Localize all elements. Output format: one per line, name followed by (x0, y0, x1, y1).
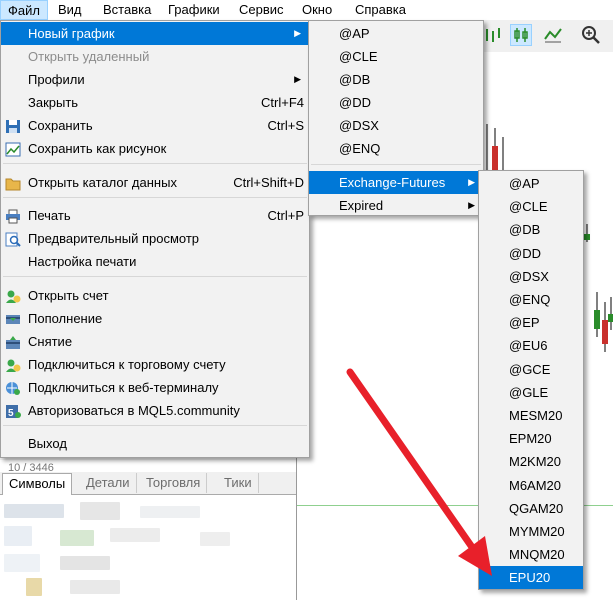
submenu-item-db[interactable]: @DB (309, 68, 483, 91)
withdraw-icon (5, 334, 21, 349)
futures-item-epm20[interactable]: EPM20 (479, 427, 583, 450)
menu-insert[interactable]: Вставка (96, 0, 158, 20)
futures-item-eu6[interactable]: @EU6 (479, 334, 583, 357)
futures-item-ap[interactable]: @AP (479, 172, 583, 195)
folder-icon (5, 175, 21, 191)
menu-item-mql5-login[interactable]: 5 Авторизоваться в MQL5.community (1, 399, 309, 422)
candle-body (608, 314, 613, 322)
menu-item-deposit[interactable]: Пополнение (1, 307, 309, 330)
menu-item-print-setup[interactable]: Настройка печати (1, 250, 309, 273)
menu-item-exit[interactable]: Выход (1, 432, 309, 455)
futures-item-dsx[interactable]: @DSX (479, 265, 583, 288)
line-chart-icon[interactable] (542, 24, 564, 46)
separator (3, 197, 307, 198)
menu-bar: Файл Вид Вставка Графики Сервис Окно Спр… (0, 0, 613, 20)
menu-help[interactable]: Справка (348, 0, 413, 20)
menu-item-print[interactable]: Печать Ctrl+P (1, 204, 309, 227)
separator (3, 276, 307, 277)
tab-symbols[interactable]: Символы (2, 473, 73, 495)
futures-item-enq[interactable]: @ENQ (479, 288, 583, 311)
menu-item-connect-trade-account[interactable]: Подключиться к торговому счету (1, 353, 309, 376)
futures-item-mnqm20[interactable]: MNQM20 (479, 543, 583, 566)
menu-item-open-account[interactable]: Открыть счет (1, 284, 309, 307)
futures-item-epu20[interactable]: EPU20 (479, 566, 583, 590)
submenu-item-exchange-futures[interactable]: Exchange-Futures ▶ (309, 171, 483, 194)
futures-item-gce[interactable]: @GCE (479, 358, 583, 381)
submenu-item-cle[interactable]: @CLE (309, 45, 483, 68)
candle-body (602, 320, 608, 344)
futures-item-m2km20[interactable]: M2KM20 (479, 450, 583, 473)
futures-item-mesm20[interactable]: MESM20 (479, 404, 583, 427)
toolbar (480, 20, 613, 53)
web-terminal-icon (5, 380, 21, 395)
print-preview-icon (5, 231, 21, 247)
floppy-disk-icon (5, 118, 21, 133)
menu-charts[interactable]: Графики (161, 0, 227, 20)
file-menu: Новый график ▶ Открыть удаленный Профили ▶… (0, 20, 310, 458)
printer-icon (5, 208, 21, 224)
submenu-item-dd[interactable]: @DD (309, 91, 483, 114)
futures-item-cle[interactable]: @CLE (479, 195, 583, 218)
candle-body (594, 310, 600, 329)
deposit-icon (5, 311, 21, 326)
separator (311, 164, 481, 165)
menu-view[interactable]: Вид (51, 0, 89, 20)
user-add-icon (5, 288, 21, 303)
menu-item-save[interactable]: Сохранить Ctrl+S (1, 114, 309, 137)
menu-item-print-preview[interactable]: Предварительный просмотр (1, 227, 309, 250)
candlestick-chart-icon[interactable] (510, 24, 532, 46)
svg-text:5: 5 (8, 408, 14, 419)
menu-window[interactable]: Окно (295, 0, 339, 20)
tab-ticks[interactable]: Тики (218, 473, 259, 493)
menu-item-save-as-picture[interactable]: Сохранить как рисунок (1, 137, 309, 160)
menu-item-profiles[interactable]: Профили ▶ (1, 68, 309, 91)
menu-item-new-chart[interactable]: Новый график ▶ (1, 22, 309, 45)
tab-details[interactable]: Детали (80, 473, 137, 493)
menu-file[interactable]: Файл (0, 0, 48, 20)
menu-item-connect-web-terminal[interactable]: Подключиться к веб-терминалу (1, 376, 309, 399)
tab-trading[interactable]: Торговля (140, 473, 208, 493)
zoom-in-icon[interactable] (580, 24, 602, 46)
futures-item-ep[interactable]: @EP (479, 311, 583, 334)
submenu-item-ap[interactable]: @AP (309, 22, 483, 45)
separator (3, 163, 307, 164)
candle-body (584, 234, 590, 240)
submenu-item-expired[interactable]: Expired ▶ (309, 194, 483, 217)
new-chart-submenu: @AP @CLE @DB @DD @DSX @ENQ Exchange-Futu… (308, 20, 484, 216)
futures-item-qgam20[interactable]: QGAM20 (479, 497, 583, 520)
bar-chart-icon[interactable] (482, 24, 504, 46)
futures-item-m6am20[interactable]: M6AM20 (479, 474, 583, 497)
exchange-futures-submenu: @AP @CLE @DB @DD @DSX @ENQ @EP @EU6 @GCE @GLE MESM… (478, 170, 584, 590)
menu-item-close[interactable]: Закрыть Ctrl+F4 (1, 91, 309, 114)
menu-item-open-remote[interactable]: Открыть удаленный (1, 45, 309, 68)
futures-item-db[interactable]: @DB (479, 218, 583, 241)
separator (3, 425, 307, 426)
mql5-icon: 5 (5, 403, 21, 419)
market-watch-tabs: Символы Детали Торговля Тики (0, 472, 296, 495)
futures-item-gle[interactable]: @GLE (479, 381, 583, 404)
menu-item-open-data-folder[interactable]: Открыть каталог данных Ctrl+Shift+D (1, 171, 309, 194)
futures-item-dd[interactable]: @DD (479, 242, 583, 265)
blurred-symbol-list (0, 496, 296, 600)
futures-item-mymm20[interactable]: MYMM20 (479, 520, 583, 543)
user-connect-icon (5, 357, 21, 372)
picture-icon (5, 141, 21, 157)
menu-item-withdraw[interactable]: Снятие (1, 330, 309, 353)
menu-tools[interactable]: Сервис (232, 0, 291, 20)
submenu-item-enq[interactable]: @ENQ (309, 137, 483, 160)
submenu-item-dsx[interactable]: @DSX (309, 114, 483, 137)
